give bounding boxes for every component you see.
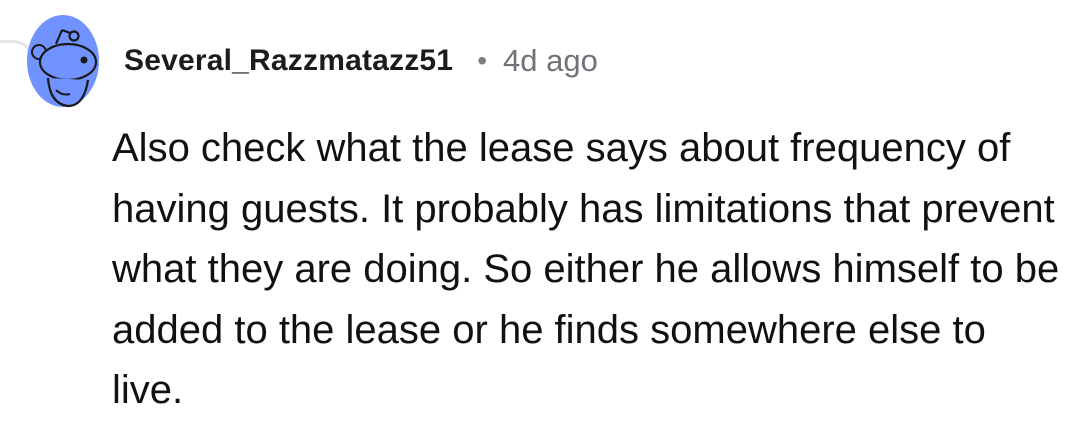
comment-body: Also check what the lease says about fre…: [112, 126, 1060, 412]
username-link[interactable]: Several_Razzmatazz51: [124, 44, 453, 78]
comment-timestamp[interactable]: 4d ago: [503, 43, 598, 79]
comment-header: Several_Razzmatazz51 • 4d ago: [124, 38, 598, 84]
meta-separator: •: [477, 45, 488, 76]
user-avatar[interactable]: [26, 14, 100, 108]
snoo-avatar-icon: [27, 15, 99, 108]
comment: Several_Razzmatazz51 • 4d ago Also check…: [0, 0, 1076, 422]
